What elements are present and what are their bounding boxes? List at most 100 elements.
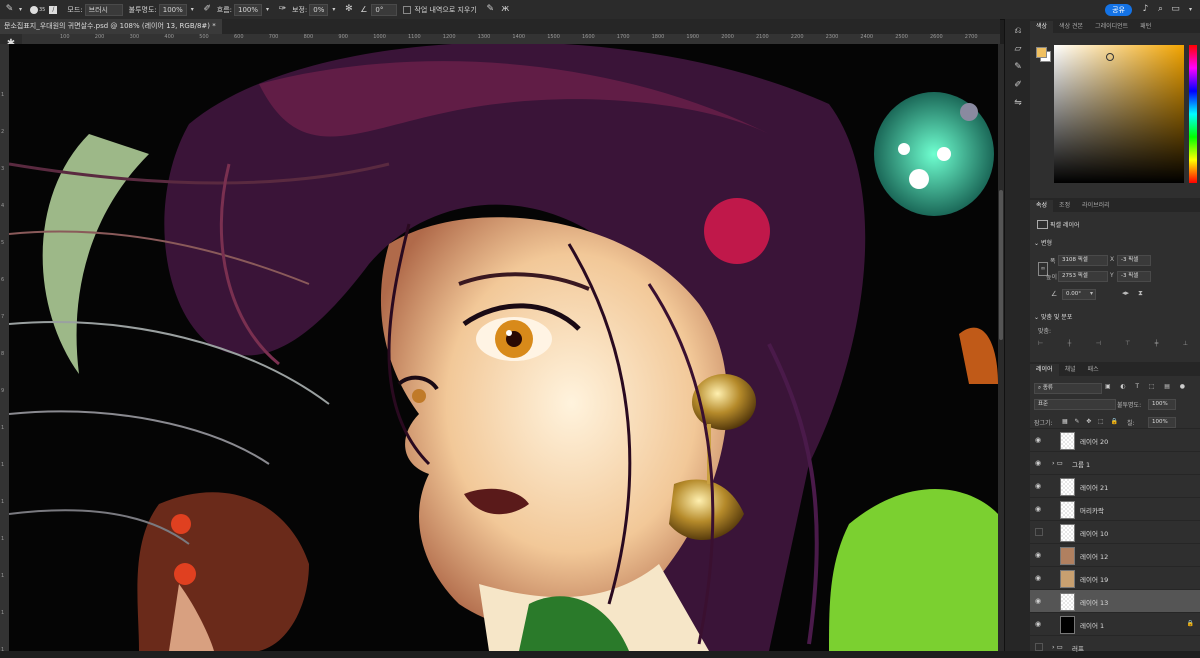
eraser-tool-icon[interactable]: ✎▾ bbox=[4, 4, 26, 15]
transform-section-title[interactable]: ⌄ 변형 bbox=[1034, 238, 1052, 247]
eye-icon[interactable]: ◉ bbox=[1035, 597, 1043, 605]
layer-row[interactable]: ◉레이어 12 bbox=[1030, 543, 1200, 566]
eye-icon[interactable]: ◉ bbox=[1035, 459, 1043, 467]
comment-icon[interactable]: ▱ bbox=[1011, 43, 1025, 55]
tab-patterns[interactable]: 패턴 bbox=[1134, 21, 1157, 33]
layer-row[interactable]: ◉레이어 13 bbox=[1030, 589, 1200, 612]
bell-icon[interactable]: ♪ bbox=[1140, 4, 1151, 15]
align-bottom-icon[interactable]: ⊥ bbox=[1183, 340, 1188, 347]
blend-mode-select[interactable]: 표준 bbox=[1034, 399, 1116, 410]
chevron-down-icon[interactable]: ▾ bbox=[1090, 290, 1093, 297]
folder-icon[interactable]: › ▭ bbox=[1052, 643, 1063, 651]
tool-presets-icon[interactable]: ✐ bbox=[1011, 79, 1025, 91]
align-right-icon[interactable]: ⊣ bbox=[1096, 340, 1101, 347]
brush-panel-icon[interactable]: ✎ bbox=[1011, 61, 1025, 73]
tab-paths[interactable]: 패스 bbox=[1082, 364, 1105, 376]
layer-row[interactable]: ◉레이어 19 bbox=[1030, 566, 1200, 589]
chevron-down-icon[interactable]: ▾ bbox=[262, 4, 273, 15]
eye-icon[interactable]: ◉ bbox=[1035, 482, 1043, 490]
tab-properties[interactable]: 속성 bbox=[1030, 200, 1053, 212]
butterfly-symmetry-icon[interactable]: ж bbox=[500, 4, 511, 15]
workspace-icon[interactable]: ▭ bbox=[1170, 4, 1181, 15]
color-picker-field[interactable] bbox=[1054, 45, 1184, 183]
y-field[interactable]: -3 픽셀 bbox=[1117, 271, 1151, 282]
erase-history-checkbox[interactable] bbox=[403, 6, 411, 14]
foreground-color-swatch[interactable] bbox=[1036, 47, 1047, 58]
tab-libraries[interactable]: 라이브러리 bbox=[1076, 200, 1116, 212]
eye-icon[interactable]: ◉ bbox=[1035, 574, 1043, 582]
filter-smart-icon[interactable]: ▤ bbox=[1164, 383, 1170, 390]
eye-icon[interactable]: ◉ bbox=[1035, 551, 1043, 559]
tab-adjustments[interactable]: 조정 bbox=[1053, 200, 1076, 212]
filter-toggle-icon[interactable]: ● bbox=[1180, 383, 1185, 390]
eye-icon[interactable]: ◉ bbox=[1035, 436, 1043, 444]
flow-field[interactable]: 100% bbox=[234, 4, 262, 16]
chevron-down-icon[interactable]: ▾ bbox=[187, 4, 198, 15]
brush-preset-picker[interactable]: 35 bbox=[30, 6, 45, 14]
adjust-icon[interactable]: ⇋ bbox=[1011, 97, 1025, 109]
align-section-title[interactable]: ⌄ 맞춤 및 분포 bbox=[1034, 312, 1072, 321]
tab-layers[interactable]: 레이어 bbox=[1030, 364, 1059, 376]
tab-swatches[interactable]: 색상 견본 bbox=[1053, 21, 1089, 33]
search-icon[interactable]: ⌕ bbox=[1155, 4, 1166, 15]
layer-row[interactable]: ◉머리카락 bbox=[1030, 497, 1200, 520]
eye-icon[interactable] bbox=[1035, 643, 1043, 651]
angle-field[interactable]: 0° bbox=[371, 4, 397, 16]
lock-all-icon[interactable]: 🔒 bbox=[1110, 418, 1117, 425]
color-picker-handle[interactable] bbox=[1106, 53, 1114, 61]
filter-pixel-icon[interactable]: ▣ bbox=[1105, 383, 1111, 390]
share-button[interactable]: 공유 bbox=[1105, 4, 1132, 16]
lock-position-icon[interactable]: ✥ bbox=[1086, 418, 1091, 425]
chevron-down-icon[interactable]: ▾ bbox=[328, 4, 339, 15]
folder-icon[interactable]: › ▭ bbox=[1052, 459, 1063, 467]
tab-color[interactable]: 색상 bbox=[1030, 21, 1053, 33]
ruler-tick-label: 200 bbox=[95, 34, 105, 40]
lock-artboard-icon[interactable]: ⬚ bbox=[1098, 418, 1104, 425]
eye-icon[interactable]: ◉ bbox=[1035, 505, 1043, 513]
document-tab[interactable]: 문소집표지_우대원의 귀면살수.psd @ 108% (레이어 13, RGB/… bbox=[0, 19, 222, 34]
tab-gradients[interactable]: 그레이디언트 bbox=[1089, 21, 1134, 33]
layer-row[interactable]: 레이어 10 bbox=[1030, 520, 1200, 543]
pressure-size-icon[interactable]: ✎ bbox=[485, 4, 496, 15]
eye-icon[interactable] bbox=[1035, 528, 1043, 536]
layer-row[interactable]: ◉레이어 1🔒 bbox=[1030, 612, 1200, 635]
airbrush-icon[interactable]: ✑ bbox=[277, 4, 288, 15]
align-left-icon[interactable]: ⊢ bbox=[1038, 340, 1043, 347]
align-top-icon[interactable]: ⊤ bbox=[1125, 340, 1130, 347]
width-field[interactable]: 3108 픽셀 bbox=[1058, 255, 1108, 266]
x-field[interactable]: -3 픽셀 bbox=[1117, 255, 1151, 266]
smoothing-label: 보정: bbox=[292, 5, 307, 15]
history-icon[interactable]: ⎌ bbox=[1011, 25, 1025, 37]
gear-icon[interactable]: ✻ bbox=[343, 4, 354, 15]
align-vcenter-icon[interactable]: ┿ bbox=[1155, 340, 1159, 347]
filter-type-icon[interactable]: T bbox=[1135, 383, 1139, 390]
fill-field[interactable]: 100% bbox=[1148, 417, 1176, 428]
pressure-opacity-icon[interactable]: ✐ bbox=[202, 4, 213, 15]
hue-slider[interactable] bbox=[1189, 45, 1197, 183]
eye-icon[interactable]: ◉ bbox=[1035, 620, 1043, 628]
layer-filter-select[interactable]: ⌕ 종류 bbox=[1034, 383, 1102, 394]
opacity-field[interactable]: 100% bbox=[159, 4, 187, 16]
lock-transparent-icon[interactable]: ▦ bbox=[1062, 418, 1068, 425]
flip-vertical-icon[interactable]: ⧗ bbox=[1138, 289, 1143, 298]
brush-settings-icon[interactable]: / bbox=[49, 6, 57, 14]
w-label: 폭 bbox=[1050, 256, 1056, 265]
height-field[interactable]: 2753 픽셀 bbox=[1058, 271, 1108, 282]
mode-select[interactable]: 브러시 bbox=[85, 4, 123, 16]
filter-adjust-icon[interactable]: ◐ bbox=[1120, 383, 1125, 390]
lock-pixels-icon[interactable]: ✎ bbox=[1074, 418, 1079, 425]
layer-row[interactable]: ◉레이어 21 bbox=[1030, 474, 1200, 497]
scrollbar-thumb[interactable] bbox=[999, 190, 1003, 340]
smoothing-field[interactable]: 0% bbox=[309, 4, 328, 16]
flip-horizontal-icon[interactable]: ◂▸ bbox=[1122, 289, 1129, 297]
mode-label: 모드: bbox=[67, 5, 82, 15]
layer-opacity-field[interactable]: 100% bbox=[1148, 399, 1176, 410]
filter-shape-icon[interactable]: ⬚ bbox=[1149, 383, 1155, 390]
layer-group-row[interactable]: ◉› ▭그룹 1 bbox=[1030, 451, 1200, 474]
layer-group-row[interactable]: › ▭러프 bbox=[1030, 635, 1200, 658]
align-hcenter-icon[interactable]: ┼ bbox=[1068, 340, 1072, 347]
document-canvas[interactable] bbox=[9, 44, 998, 651]
tab-channels[interactable]: 채널 bbox=[1059, 364, 1082, 376]
layer-row[interactable]: ◉레이어 20 bbox=[1030, 428, 1200, 451]
chevron-down-icon[interactable]: ▾ bbox=[1185, 4, 1196, 15]
